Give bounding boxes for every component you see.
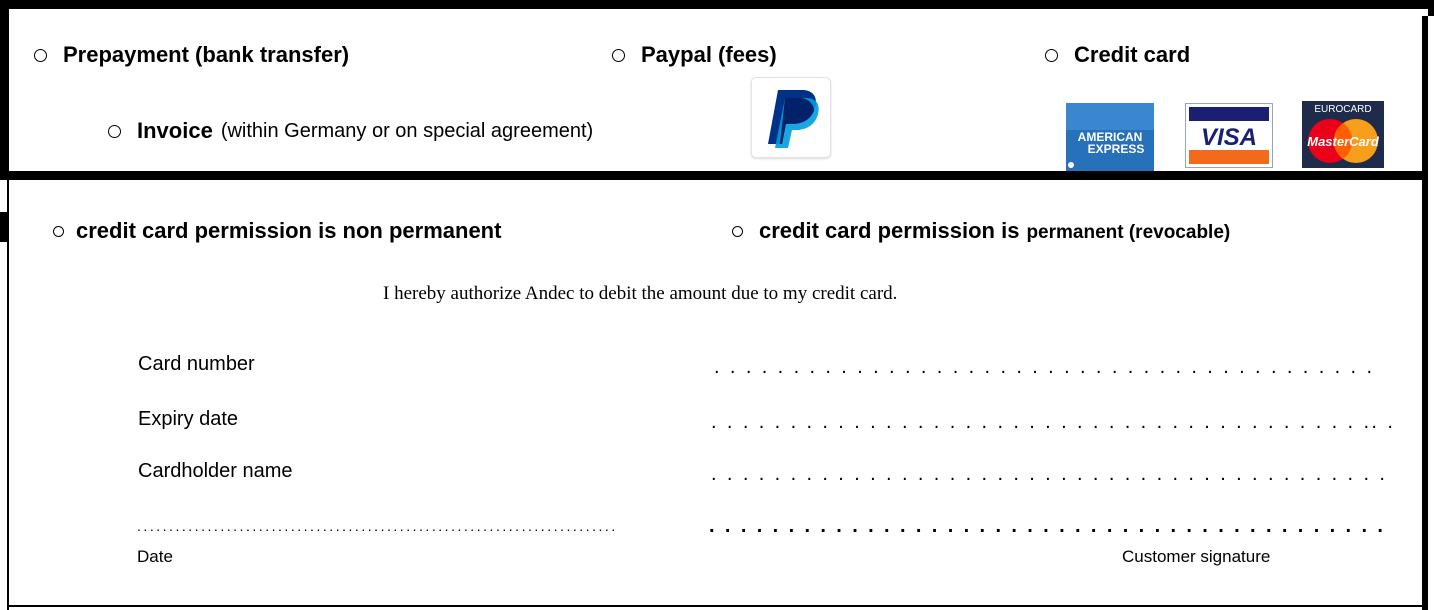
right-border	[1422, 16, 1428, 610]
visa-logo: VISA	[1185, 103, 1273, 168]
eurocard-text: EUROCARD	[1314, 104, 1371, 115]
radio-icon[interactable]	[732, 225, 743, 237]
option-credit-card[interactable]: Credit card	[1045, 42, 1190, 68]
radio-icon[interactable]	[108, 124, 121, 138]
date-field[interactable]: ........................................…	[137, 518, 669, 534]
authorization-statement: I hereby authorize Andec to debit the am…	[383, 283, 898, 304]
left-border-tick	[0, 212, 7, 242]
option-paypal[interactable]: Paypal (fees)	[612, 42, 777, 68]
right-border-top	[1428, 0, 1434, 16]
option-invoice[interactable]: Invoice (within Germany or on special ag…	[108, 118, 593, 144]
expiry-date-field[interactable]: . . . . . . . . . . . . . . . . . . . . …	[711, 411, 1395, 434]
section-divider	[0, 171, 1428, 180]
non-permanent-label: credit card permission is non permanent	[76, 218, 502, 243]
date-label: Date	[137, 547, 173, 566]
left-border	[0, 0, 9, 176]
amex-line2: EXPRESS	[1088, 142, 1145, 156]
option-invoice-label: Invoice	[137, 118, 213, 143]
permanent-label-prefix: credit card permission is	[759, 218, 1020, 243]
option-non-permanent[interactable]: credit card permission is non permanent	[53, 218, 501, 244]
option-invoice-note: (within Germany or on special agreement)	[220, 119, 594, 142]
mastercard-text: MasterCard	[1307, 134, 1380, 149]
option-permanent[interactable]: credit card permission is permanent (rev…	[732, 218, 1230, 244]
mastercard-logo: EUROCARD MasterCard	[1302, 101, 1384, 168]
radio-icon[interactable]	[53, 225, 64, 237]
radio-icon[interactable]	[612, 48, 625, 62]
cardholder-name-field[interactable]: . . . . . . . . . . . . . . . . . . . . …	[711, 463, 1387, 486]
card-number-field[interactable]: . . . . . . . . . . . . . . . . . . . . …	[714, 356, 1374, 379]
paypal-icon	[768, 90, 819, 148]
bottom-border	[7, 605, 1424, 607]
card-number-label: Card number	[138, 353, 255, 375]
left-border-lower	[7, 176, 9, 610]
top-border	[0, 0, 1434, 9]
radio-icon[interactable]	[1045, 48, 1058, 62]
expiry-date-label: Expiry date	[138, 408, 239, 430]
option-prepayment-label: Prepayment (bank transfer)	[63, 42, 350, 67]
radio-icon[interactable]	[34, 48, 47, 62]
option-prepayment[interactable]: Prepayment (bank transfer)	[34, 42, 349, 68]
option-paypal-label: Paypal (fees)	[641, 42, 777, 67]
option-credit-card-label: Credit card	[1074, 42, 1191, 67]
visa-text: VISA	[1201, 124, 1257, 151]
cardholder-name-label: Cardholder name	[138, 460, 293, 482]
amex-logo: AMERICAN EXPRESS	[1066, 103, 1154, 171]
customer-signature-label: Customer signature	[1122, 547, 1271, 566]
paypal-logo	[751, 77, 831, 158]
signature-field[interactable]: . . . . . . . . . . . . . . . . . . . . …	[709, 515, 1385, 538]
permanent-label-suffix: permanent (revocable)	[1026, 222, 1231, 243]
